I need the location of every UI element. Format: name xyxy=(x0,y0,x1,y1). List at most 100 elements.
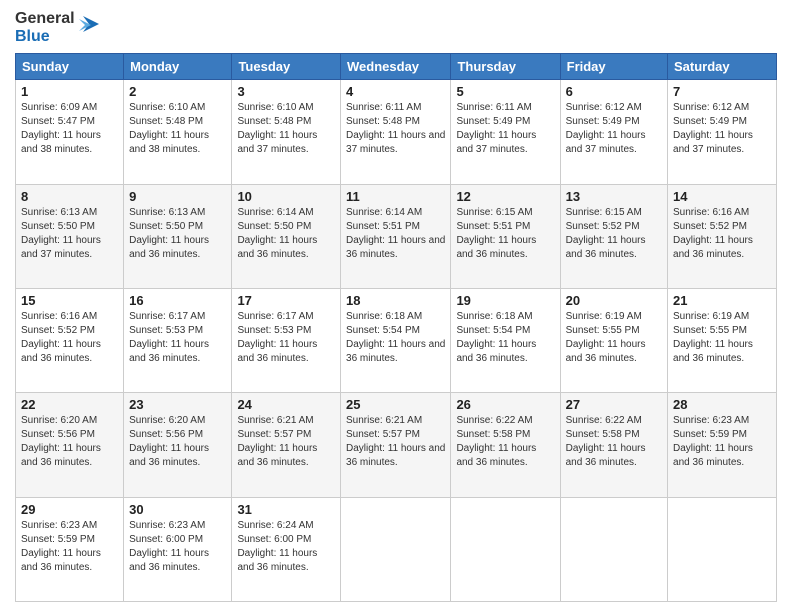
day-info: Sunrise: 6:23 AMSunset: 6:00 PMDaylight:… xyxy=(129,519,226,575)
day-number: 19 xyxy=(456,293,554,308)
calendar-day-cell: 14Sunrise: 6:16 AMSunset: 5:52 PMDayligh… xyxy=(668,184,777,288)
calendar-day-header: Sunday xyxy=(16,54,124,80)
calendar-day-cell: 23 Sunrise: 6:20 AMSunset: 5:56 PMDayligh… xyxy=(124,393,232,497)
day-number: 14 xyxy=(673,189,771,204)
calendar-header-row: SundayMondayTuesdayWednesdayThursdayFrid… xyxy=(16,54,777,80)
day-number: 26 xyxy=(456,397,554,412)
calendar-day-cell: 29 Sunrise: 6:23 AMSunset: 5:59 PMDayligh… xyxy=(16,497,124,601)
day-info: Sunrise: 6:18 AMSunset: 5:54 PMDaylight:… xyxy=(346,310,445,366)
calendar-day-cell: 27Sunrise: 6:22 AMSunset: 5:58 PMDayligh… xyxy=(560,393,667,497)
calendar-day-cell: 12 Sunrise: 6:15 AMSunset: 5:51 PMDayligh… xyxy=(451,184,560,288)
calendar-day-header: Thursday xyxy=(451,54,560,80)
day-number: 5 xyxy=(456,84,554,99)
calendar-day-cell: 2 Sunrise: 6:10 AMSunset: 5:48 PMDaylight… xyxy=(124,80,232,184)
day-number: 11 xyxy=(346,189,445,204)
day-number: 10 xyxy=(237,189,335,204)
day-info: Sunrise: 6:12 AMSunset: 5:49 PMDaylight:… xyxy=(566,101,662,157)
day-info: Sunrise: 6:09 AMSunset: 5:47 PMDaylight:… xyxy=(21,101,118,157)
day-info: Sunrise: 6:11 AMSunset: 5:48 PMDaylight:… xyxy=(346,101,445,157)
logo-general: General xyxy=(15,10,75,28)
day-info: Sunrise: 6:13 AMSunset: 5:50 PMDaylight:… xyxy=(21,206,118,262)
day-info: Sunrise: 6:19 AMSunset: 5:55 PMDaylight:… xyxy=(673,310,771,366)
day-number: 29 xyxy=(21,502,118,517)
day-info: Sunrise: 6:20 AMSunset: 5:56 PMDaylight:… xyxy=(129,414,226,470)
day-info: Sunrise: 6:15 AMSunset: 5:51 PMDaylight:… xyxy=(456,206,554,262)
calendar-week-row: 8 Sunrise: 6:13 AMSunset: 5:50 PMDaylight… xyxy=(16,184,777,288)
calendar-day-cell: 3 Sunrise: 6:10 AMSunset: 5:48 PMDaylight… xyxy=(232,80,341,184)
calendar-day-cell: 5 Sunrise: 6:11 AMSunset: 5:49 PMDaylight… xyxy=(451,80,560,184)
day-number: 1 xyxy=(21,84,118,99)
calendar-day-cell: 10 Sunrise: 6:14 AMSunset: 5:50 PMDayligh… xyxy=(232,184,341,288)
day-info: Sunrise: 6:24 AMSunset: 6:00 PMDaylight:… xyxy=(237,519,335,575)
calendar-day-cell xyxy=(341,497,451,601)
calendar-week-row: 15 Sunrise: 6:16 AMSunset: 5:52 PMDayligh… xyxy=(16,288,777,392)
day-info: Sunrise: 6:23 AMSunset: 5:59 PMDaylight:… xyxy=(21,519,118,575)
page: General Blue SundayMondayTuesdayWednesda… xyxy=(0,0,792,612)
calendar-day-header: Wednesday xyxy=(341,54,451,80)
day-number: 2 xyxy=(129,84,226,99)
day-number: 27 xyxy=(566,397,662,412)
calendar-day-cell: 13Sunrise: 6:15 AMSunset: 5:52 PMDayligh… xyxy=(560,184,667,288)
day-info: Sunrise: 6:16 AMSunset: 5:52 PMDaylight:… xyxy=(21,310,118,366)
logo-container: General Blue xyxy=(15,10,99,45)
day-info: Sunrise: 6:12 AMSunset: 5:49 PMDaylight:… xyxy=(673,101,771,157)
calendar-day-cell: 4 Sunrise: 6:11 AMSunset: 5:48 PMDaylight… xyxy=(341,80,451,184)
calendar-day-cell: 19 Sunrise: 6:18 AMSunset: 5:54 PMDayligh… xyxy=(451,288,560,392)
day-number: 28 xyxy=(673,397,771,412)
calendar-day-cell: 21 Sunrise: 6:19 AMSunset: 5:55 PMDayligh… xyxy=(668,288,777,392)
calendar-table: SundayMondayTuesdayWednesdayThursdayFrid… xyxy=(15,53,777,602)
day-info: Sunrise: 6:10 AMSunset: 5:48 PMDaylight:… xyxy=(237,101,335,157)
day-number: 13 xyxy=(566,189,662,204)
calendar-day-cell: 11 Sunrise: 6:14 AMSunset: 5:51 PMDayligh… xyxy=(341,184,451,288)
calendar-day-cell xyxy=(668,497,777,601)
day-number: 17 xyxy=(237,293,335,308)
day-info: Sunrise: 6:23 AMSunset: 5:59 PMDaylight:… xyxy=(673,414,771,470)
calendar-day-cell xyxy=(560,497,667,601)
day-info: Sunrise: 6:17 AMSunset: 5:53 PMDaylight:… xyxy=(237,310,335,366)
calendar-day-cell: 1 Sunrise: 6:09 AMSunset: 5:47 PMDaylight… xyxy=(16,80,124,184)
calendar-day-cell xyxy=(451,497,560,601)
calendar-day-cell: 26 Sunrise: 6:22 AMSunset: 5:58 PMDayligh… xyxy=(451,393,560,497)
calendar-day-cell: 7 Sunrise: 6:12 AMSunset: 5:49 PMDaylight… xyxy=(668,80,777,184)
calendar-day-header: Monday xyxy=(124,54,232,80)
calendar-day-cell: 20Sunrise: 6:19 AMSunset: 5:55 PMDayligh… xyxy=(560,288,667,392)
day-info: Sunrise: 6:21 AMSunset: 5:57 PMDaylight:… xyxy=(237,414,335,470)
day-info: Sunrise: 6:11 AMSunset: 5:49 PMDaylight:… xyxy=(456,101,554,157)
day-info: Sunrise: 6:10 AMSunset: 5:48 PMDaylight:… xyxy=(129,101,226,157)
day-number: 8 xyxy=(21,189,118,204)
day-info: Sunrise: 6:18 AMSunset: 5:54 PMDaylight:… xyxy=(456,310,554,366)
day-number: 12 xyxy=(456,189,554,204)
day-number: 9 xyxy=(129,189,226,204)
header: General Blue xyxy=(15,10,777,45)
day-number: 3 xyxy=(237,84,335,99)
calendar-day-cell: 25 Sunrise: 6:21 AMSunset: 5:57 PMDayligh… xyxy=(341,393,451,497)
day-number: 4 xyxy=(346,84,445,99)
logo: General Blue xyxy=(15,10,99,45)
day-info: Sunrise: 6:21 AMSunset: 5:57 PMDaylight:… xyxy=(346,414,445,470)
logo-bird-icon xyxy=(77,12,99,40)
calendar-day-cell: 22Sunrise: 6:20 AMSunset: 5:56 PMDayligh… xyxy=(16,393,124,497)
day-number: 16 xyxy=(129,293,226,308)
calendar-week-row: 29 Sunrise: 6:23 AMSunset: 5:59 PMDayligh… xyxy=(16,497,777,601)
day-info: Sunrise: 6:14 AMSunset: 5:51 PMDaylight:… xyxy=(346,206,445,262)
day-number: 7 xyxy=(673,84,771,99)
calendar-day-cell: 18 Sunrise: 6:18 AMSunset: 5:54 PMDayligh… xyxy=(341,288,451,392)
day-info: Sunrise: 6:14 AMSunset: 5:50 PMDaylight:… xyxy=(237,206,335,262)
calendar-day-cell: 9 Sunrise: 6:13 AMSunset: 5:50 PMDaylight… xyxy=(124,184,232,288)
day-number: 25 xyxy=(346,397,445,412)
logo-text-block: General Blue xyxy=(15,10,75,45)
day-info: Sunrise: 6:22 AMSunset: 5:58 PMDaylight:… xyxy=(456,414,554,470)
calendar-day-cell: 24Sunrise: 6:21 AMSunset: 5:57 PMDayligh… xyxy=(232,393,341,497)
calendar-day-header: Friday xyxy=(560,54,667,80)
day-number: 23 xyxy=(129,397,226,412)
day-info: Sunrise: 6:19 AMSunset: 5:55 PMDaylight:… xyxy=(566,310,662,366)
day-number: 15 xyxy=(21,293,118,308)
calendar-day-cell: 6Sunrise: 6:12 AMSunset: 5:49 PMDaylight… xyxy=(560,80,667,184)
day-info: Sunrise: 6:17 AMSunset: 5:53 PMDaylight:… xyxy=(129,310,226,366)
calendar-day-cell: 31Sunrise: 6:24 AMSunset: 6:00 PMDayligh… xyxy=(232,497,341,601)
day-number: 21 xyxy=(673,293,771,308)
calendar-day-cell: 16 Sunrise: 6:17 AMSunset: 5:53 PMDayligh… xyxy=(124,288,232,392)
day-number: 18 xyxy=(346,293,445,308)
calendar-week-row: 22Sunrise: 6:20 AMSunset: 5:56 PMDayligh… xyxy=(16,393,777,497)
day-info: Sunrise: 6:13 AMSunset: 5:50 PMDaylight:… xyxy=(129,206,226,262)
